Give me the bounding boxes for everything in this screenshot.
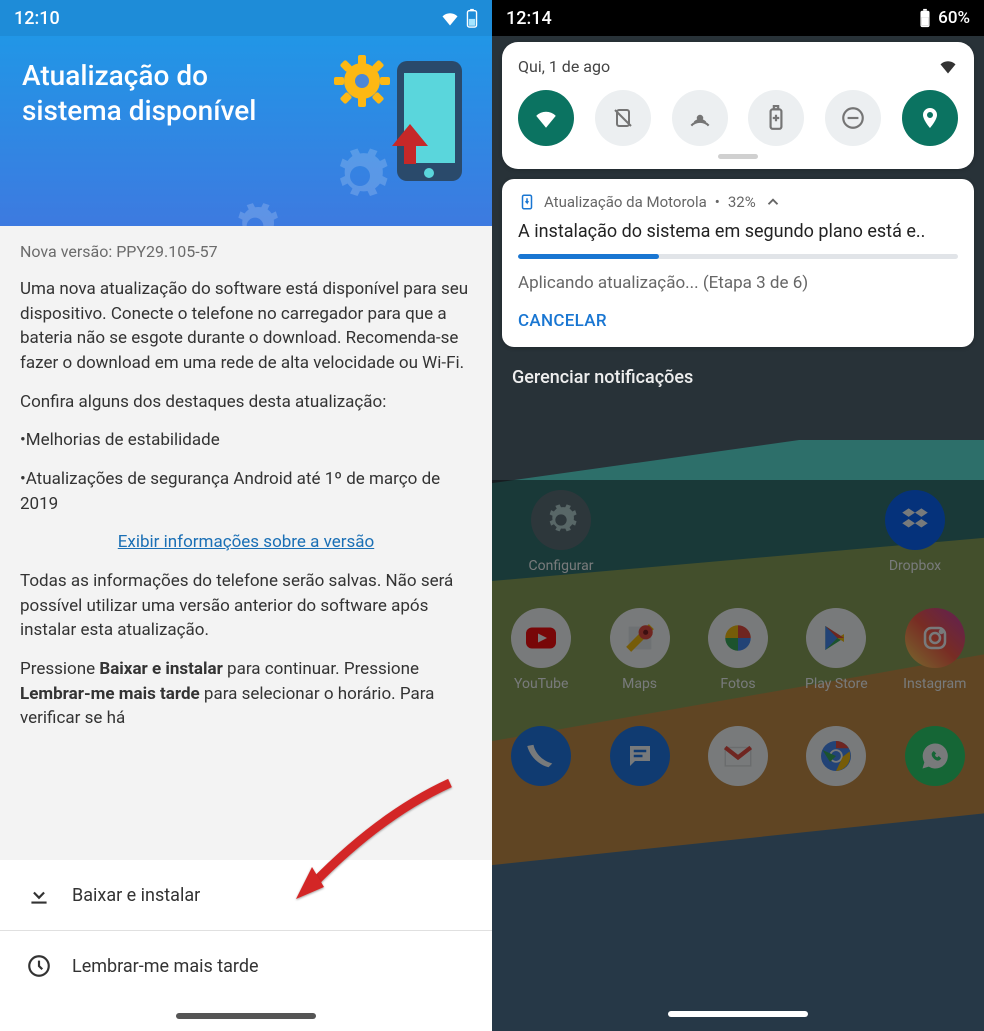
battery-icon — [466, 8, 478, 28]
photos-icon — [721, 621, 755, 655]
app-label: Dropbox — [889, 558, 941, 574]
status-bar: 12:10 — [0, 0, 492, 36]
battery-icon — [918, 8, 932, 28]
notification-subtitle: Aplicando atualização... (Etapa 3 de 6) — [518, 273, 958, 293]
update-app-icon — [518, 193, 536, 211]
manage-notifications-link[interactable]: Gerenciar notificações — [512, 367, 964, 388]
progress-fill — [518, 254, 659, 259]
app-configurar[interactable]: Configurar — [516, 490, 606, 574]
status-time: 12:14 — [506, 8, 552, 29]
qs-toggle-row — [518, 90, 958, 146]
battery-plus-icon — [765, 105, 787, 131]
update-notification-card[interactable]: Atualização da Motorola • 32% A instalaç… — [502, 179, 974, 347]
app-label: Fotos — [720, 676, 755, 692]
hotspot-icon — [687, 105, 713, 131]
download-install-label: Baixar e instalar — [72, 885, 200, 906]
bullet-security: •Atualizações de segurança Android até 1… — [20, 467, 472, 516]
instagram-icon — [920, 623, 950, 653]
play-icon — [820, 622, 852, 654]
screen-notification-shade: 12:14 60% Qui, 1 de ago — [492, 0, 984, 1031]
dnd-icon — [840, 105, 866, 131]
cancel-button[interactable]: CANCELAR — [518, 311, 958, 331]
app-fotos[interactable]: Fotos — [693, 608, 783, 692]
dropbox-icon — [898, 503, 932, 537]
app-label: Instagram — [903, 676, 966, 692]
app-messages[interactable] — [595, 726, 685, 786]
wifi-icon — [938, 56, 958, 76]
wifi-icon — [533, 105, 559, 131]
qs-date: Qui, 1 de ago — [518, 57, 610, 76]
progress-bar — [518, 254, 958, 259]
notification-app-name: Atualização da Motorola — [544, 193, 707, 211]
location-icon — [918, 106, 942, 130]
app-gmail[interactable] — [693, 726, 783, 786]
bullet-stability: •Melhorias de estabilidade — [20, 428, 472, 453]
app-maps[interactable]: Maps — [595, 608, 685, 692]
version-label: Nova versão: PPY29.105-57 — [20, 240, 472, 263]
version-info-link[interactable]: Exibir informações sobre a versão — [20, 530, 472, 555]
screen-update-available: 12:10 Atualização do sistema disponível … — [0, 0, 492, 1031]
chevron-up-icon[interactable] — [764, 193, 782, 211]
app-label: Configurar — [529, 558, 594, 574]
gmail-icon — [721, 739, 755, 773]
download-icon — [26, 882, 52, 908]
notification-title: A instalação do sistema em segundo plano… — [518, 221, 958, 242]
sim-off-icon — [611, 106, 635, 130]
qs-hotspot-toggle[interactable] — [672, 90, 728, 146]
app-label: Play Store — [805, 676, 868, 692]
gear-decoration-icon — [230, 201, 280, 226]
app-label: YouTube — [514, 676, 568, 692]
quick-settings-panel[interactable]: Qui, 1 de ago — [502, 42, 974, 169]
gear-icon — [544, 503, 578, 537]
qs-data-toggle[interactable] — [595, 90, 651, 146]
remind-later-label: Lembrar-me mais tarde — [72, 956, 259, 977]
qs-wifi-toggle[interactable] — [518, 90, 574, 146]
app-label: Maps — [622, 676, 657, 692]
messages-icon — [625, 741, 655, 771]
instruction-para: Pressione Baixar e instalar para continu… — [20, 657, 472, 731]
action-area: Baixar e instalar Lembrar-me mais tarde — [0, 860, 492, 1001]
phone-icon — [526, 741, 556, 771]
download-install-button[interactable]: Baixar e instalar — [0, 860, 492, 931]
wifi-icon — [440, 8, 460, 28]
app-playstore[interactable]: Play Store — [791, 608, 881, 692]
update-content: Nova versão: PPY29.105-57 Uma nova atual… — [0, 226, 492, 860]
nav-bar — [0, 1001, 492, 1031]
qs-dnd-toggle[interactable] — [825, 90, 881, 146]
hero-illustration — [322, 51, 472, 201]
status-time: 12:10 — [14, 8, 60, 29]
data-saved-note: Todas as informações do telefone serão s… — [20, 569, 472, 643]
hero-banner: Atualização do sistema disponível — [0, 36, 492, 226]
app-chrome[interactable] — [791, 726, 881, 786]
status-bar: 12:14 60% — [492, 0, 984, 36]
qs-battery-saver-toggle[interactable] — [748, 90, 804, 146]
battery-percent: 60% — [938, 8, 970, 28]
youtube-icon — [523, 620, 559, 656]
app-phone[interactable] — [496, 726, 586, 786]
maps-icon — [623, 621, 657, 655]
update-description: Uma nova atualização do software está di… — [20, 277, 472, 376]
app-whatsapp[interactable] — [890, 726, 980, 786]
app-dropbox[interactable]: Dropbox — [870, 490, 960, 574]
chrome-icon — [818, 738, 854, 774]
whatsapp-icon — [920, 741, 950, 771]
remind-later-button[interactable]: Lembrar-me mais tarde — [0, 931, 492, 1001]
qs-expand-handle[interactable] — [718, 154, 758, 159]
app-instagram[interactable]: Instagram — [890, 608, 980, 692]
highlights-intro: Confira alguns dos destaques desta atual… — [20, 390, 472, 415]
notification-percent: 32% — [728, 193, 756, 211]
nav-bar — [492, 999, 984, 1029]
clock-icon — [26, 953, 52, 979]
qs-location-toggle[interactable] — [902, 90, 958, 146]
home-apps: Configurar Dropbox YouTube Maps Fotos — [492, 490, 984, 786]
app-youtube[interactable]: YouTube — [496, 608, 586, 692]
notification-header: Atualização da Motorola • 32% — [518, 193, 958, 211]
